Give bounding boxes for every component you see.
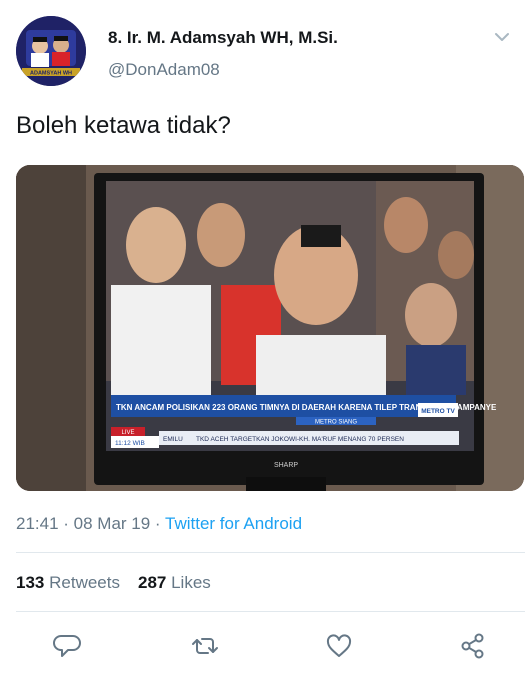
divider [16,611,525,612]
channel-logo: METRO TV [421,408,455,415]
heart-icon [326,634,352,657]
retweet-icon [192,638,218,654]
tweet-date: 08 Mar 19 [73,514,151,533]
likes-label: Likes [171,573,211,592]
share-icon [461,633,484,659]
retweets-label: Retweets [49,573,120,592]
chevron-down-icon[interactable] [493,28,511,46]
author-handle[interactable]: @DonAdam08 [108,60,220,80]
share-button[interactable] [458,631,488,661]
ticker-sub-left: EMILU [163,436,183,443]
channel-label: METRO SIANG [315,420,357,426]
tweet-text: Boleh ketawa tidak? [16,112,231,139]
avatar[interactable]: ADAMSYAH WH [16,16,86,86]
like-button[interactable] [324,631,354,661]
author-name[interactable]: 8. Ir. M. Adamsyah WH, M.Si. [108,28,338,48]
tweet-source-link[interactable]: Twitter for Android [165,514,302,533]
retweets-stat[interactable]: 133 Retweets [16,573,120,592]
likes-count: 287 [137,573,167,592]
divider [16,552,525,553]
tweet-media[interactable]: TKN ANCAM POLISIKAN 223 ORANG TIMNYA DI … [16,165,524,491]
meta-separator: · [150,514,166,533]
likes-stat[interactable]: 287 Likes [138,573,211,592]
action-bar [0,627,525,667]
ticker-sub: TKD ACEH TARGETKAN JOKOWI-KH. MA'RUF MEN… [196,436,404,443]
tv-brand: SHARP [274,462,298,469]
retweet-button[interactable] [190,631,220,661]
tweet-time: 21:41 [16,514,59,533]
reply-button[interactable] [52,631,82,661]
live-label: LIVE [121,430,134,436]
tweet-stats: 133 Retweets 287 Likes [16,573,211,593]
avatar-label: ADAMSYAH WH [30,71,72,77]
avatar-image: ADAMSYAH WH [16,16,86,86]
tweet-meta: 21:41 · 08 Mar 19 · Twitter for Android [16,514,302,534]
meta-separator: · [58,514,74,533]
retweets-count: 133 [16,573,45,592]
reply-icon [53,635,81,657]
clock: 11:12 WIB [115,440,145,447]
